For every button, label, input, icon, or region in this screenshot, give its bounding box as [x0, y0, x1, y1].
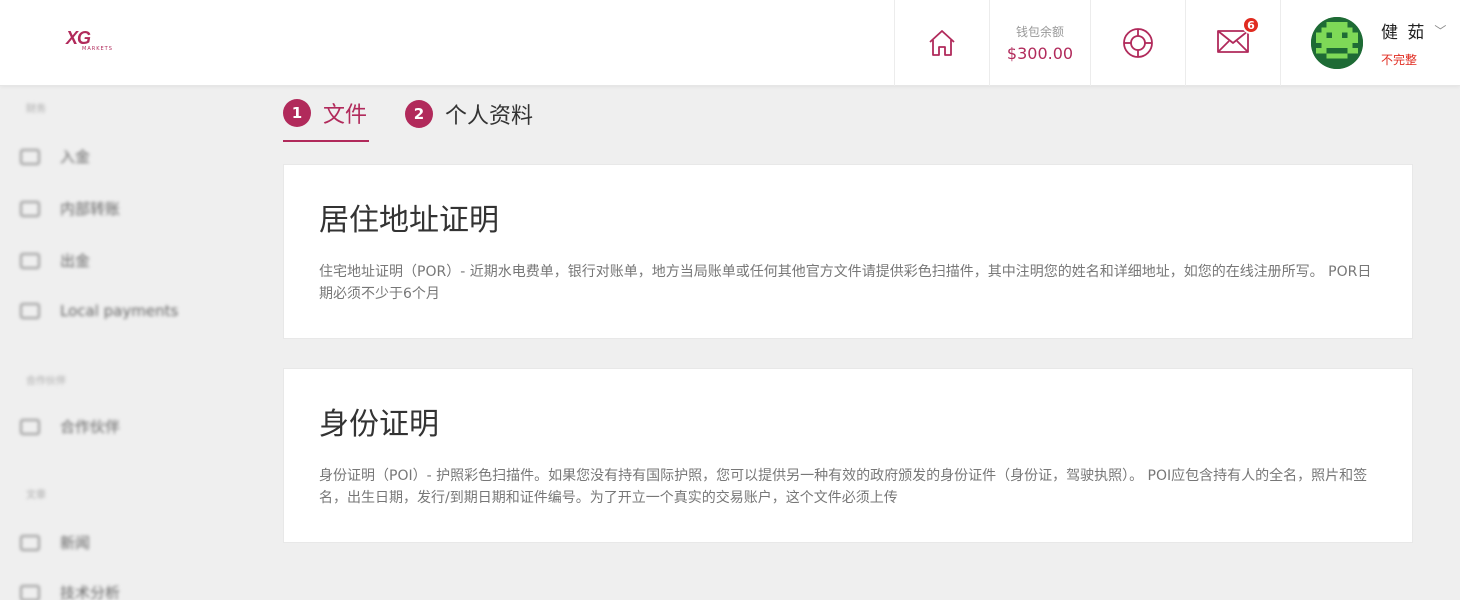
tab-label: 个人资料: [445, 104, 534, 129]
sidebar-item-label: 技术分析: [60, 584, 121, 600]
sidebar-item-transfer[interactable]: 内部转账: [20, 198, 120, 219]
news-icon: [20, 534, 40, 551]
tab-label: 文件: [323, 103, 368, 128]
sidebar-item-label: 新闻: [60, 534, 91, 552]
support-button[interactable]: [1090, 0, 1185, 86]
sidebar: 财务 入金 内部转账 出金 Local payments 合作伙伴 合作伙伴 文…: [0, 86, 260, 600]
proof-of-residence-card[interactable]: 居住地址证明 住宅地址证明（POR）- 近期水电费单，银行对账单，地方当局账单或…: [283, 164, 1413, 339]
sidebar-item-analysis[interactable]: 技术分析: [20, 582, 120, 600]
wallet-icon: [20, 303, 40, 319]
transfer-icon: [20, 200, 40, 217]
user-name: 健 茹: [1381, 23, 1427, 43]
home-button[interactable]: [894, 0, 989, 86]
card-description: 住宅地址证明（POR）- 近期水电费单，银行对账单，地方当局账单或任何其他官方文…: [319, 264, 1372, 302]
step-number: 2: [405, 100, 434, 128]
step-tabs: 1 文件 2 个人资料: [283, 86, 569, 144]
sidebar-item-label: Local payments: [60, 302, 179, 320]
wallet-balance[interactable]: 钱包余额 $300.00: [989, 0, 1090, 86]
top-header: XG MARKETS 钱包余额 $300.00 6 健 茹 ﹀ 不完整: [0, 0, 1460, 86]
step-number: 1: [283, 99, 311, 127]
handshake-icon: [20, 418, 40, 435]
brand-logo[interactable]: XG MARKETS: [66, 28, 112, 52]
avatar: [1311, 17, 1363, 69]
sidebar-item-label: 合作伙伴: [60, 418, 121, 436]
card-description: 身份证明（POI）- 护照彩色扫描件。如果您没有持有国际护照，您可以提供另一种有…: [319, 468, 1368, 506]
sidebar-item-label: 出金: [60, 252, 91, 270]
messages-button[interactable]: 6: [1185, 0, 1280, 86]
wallet-label: 钱包余额: [1015, 25, 1064, 39]
proof-of-identity-card[interactable]: 身份证明 身份证明（POI）- 护照彩色扫描件。如果您没有持有国际护照，您可以提…: [283, 368, 1413, 543]
withdraw-icon: [20, 252, 40, 269]
sidebar-section-partners: 合作伙伴: [26, 376, 66, 387]
logo-subtext: MARKETS: [82, 46, 113, 52]
user-menu[interactable]: 健 茹 ﹀ 不完整: [1280, 0, 1460, 86]
sidebar-item-news[interactable]: 新闻: [20, 532, 90, 553]
sidebar-item-label: 入金: [60, 148, 91, 166]
sidebar-section-finance: 财务: [26, 104, 46, 115]
chevron-down-icon: ﹀: [1434, 24, 1449, 38]
mail-count-badge: 6: [1242, 16, 1260, 34]
home-icon: [929, 30, 955, 56]
tab-profile[interactable]: 2 个人资料: [405, 86, 533, 142]
sidebar-item-withdraw[interactable]: 出金: [20, 250, 90, 271]
sidebar-item-partners[interactable]: 合作伙伴: [20, 416, 120, 437]
tab-documents[interactable]: 1 文件: [283, 86, 370, 142]
wallet-icon: [20, 148, 40, 165]
sidebar-section-articles: 文章: [26, 490, 46, 501]
card-title: 居住地址证明: [319, 203, 499, 238]
card-title: 身份证明: [319, 407, 439, 442]
sidebar-item-label: 内部转账: [60, 200, 121, 218]
account-status: 不完整: [1381, 53, 1418, 67]
analysis-icon: [20, 584, 40, 600]
lifebuoy-icon: [1123, 28, 1153, 58]
sidebar-item-deposit[interactable]: 入金: [20, 146, 90, 167]
wallet-amount: $300.00: [1006, 44, 1074, 63]
sidebar-item-local-payments[interactable]: Local payments: [20, 302, 178, 320]
